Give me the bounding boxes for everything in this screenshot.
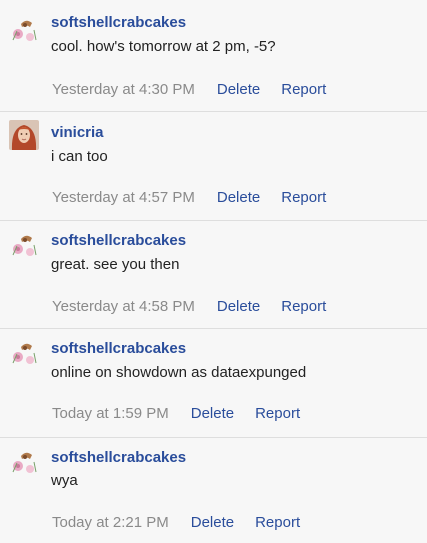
report-button[interactable]: Report [281, 189, 326, 206]
red-hair-portrait-avatar[interactable] [9, 120, 39, 150]
message-item: softshellcrabcakes wya Today at 2:21 PM … [0, 438, 427, 543]
message-author[interactable]: softshellcrabcakes [51, 14, 186, 31]
message-meta: Yesterday at 4:57 PM Delete Report [52, 189, 326, 206]
message-text: wya [51, 472, 78, 489]
crab-flower-avatar[interactable] [9, 229, 39, 259]
message-item: softshellcrabcakes online on showdown as… [0, 329, 427, 437]
delete-button[interactable]: Delete [191, 514, 234, 531]
message-text: i can too [51, 148, 108, 165]
message-text: cool. how's tomorrow at 2 pm, -5? [51, 38, 276, 55]
message-meta: Yesterday at 4:30 PM Delete Report [52, 81, 326, 98]
message-item: vinicria i can too Yesterday at 4:57 PM … [0, 112, 427, 220]
delete-button[interactable]: Delete [217, 298, 260, 315]
delete-button[interactable]: Delete [191, 405, 234, 422]
delete-button[interactable]: Delete [217, 81, 260, 98]
message-thread: softshellcrabcakes cool. how's tomorrow … [0, 0, 427, 543]
message-author[interactable]: softshellcrabcakes [51, 340, 186, 357]
message-timestamp: Yesterday at 4:58 PM [52, 298, 195, 315]
report-button[interactable]: Report [255, 405, 300, 422]
message-author[interactable]: softshellcrabcakes [51, 449, 186, 466]
message-text: online on showdown as dataexpunged [51, 364, 307, 381]
message-item: softshellcrabcakes great. see you then Y… [0, 221, 427, 328]
message-meta: Yesterday at 4:58 PM Delete Report [52, 298, 326, 315]
message-text: great. see you then [51, 256, 180, 273]
message-meta: Today at 1:59 PM Delete Report [52, 405, 300, 422]
message-timestamp: Today at 2:21 PM [52, 514, 169, 531]
crab-flower-avatar[interactable] [9, 446, 39, 476]
message-timestamp: Yesterday at 4:57 PM [52, 189, 195, 206]
message-item: softshellcrabcakes cool. how's tomorrow … [0, 0, 427, 111]
report-button[interactable]: Report [281, 81, 326, 98]
message-timestamp: Yesterday at 4:30 PM [52, 81, 195, 98]
delete-button[interactable]: Delete [217, 189, 260, 206]
message-author[interactable]: softshellcrabcakes [51, 232, 186, 249]
crab-flower-avatar[interactable] [9, 337, 39, 367]
message-timestamp: Today at 1:59 PM [52, 405, 169, 422]
report-button[interactable]: Report [255, 514, 300, 531]
report-button[interactable]: Report [281, 298, 326, 315]
message-author[interactable]: vinicria [51, 124, 104, 141]
crab-flower-avatar[interactable] [9, 14, 39, 44]
message-meta: Today at 2:21 PM Delete Report [52, 514, 300, 531]
